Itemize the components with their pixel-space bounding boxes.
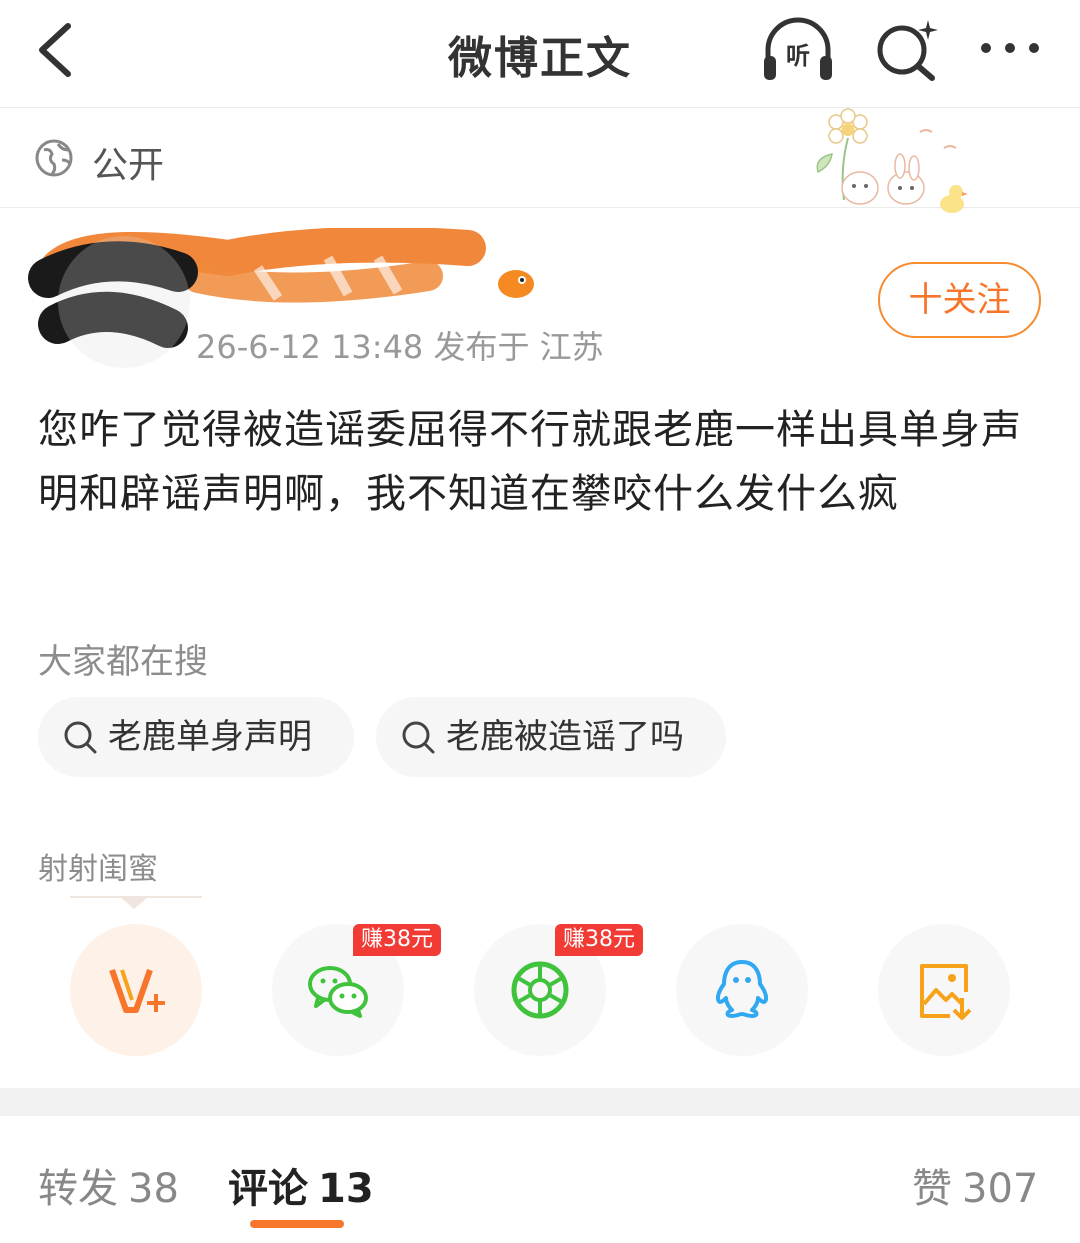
search-chip-label: 老鹿被造谣了吗 [446, 717, 684, 757]
reward-badge: 赚38元 [353, 924, 441, 956]
vplus-icon [109, 969, 165, 1013]
reward-badge: 赚38元 [555, 924, 643, 956]
follow-button[interactable]: 十关注 [878, 262, 1041, 338]
search-icon [64, 721, 97, 754]
pufferfish-icon [498, 270, 534, 298]
share-heading: 射射闺蜜 [38, 852, 158, 887]
bunny-icon [841, 153, 925, 205]
tab-likes[interactable]: 赞 307 [912, 1156, 1038, 1214]
duckling-icon [940, 185, 968, 213]
visibility-label: 公开 [92, 145, 165, 186]
listen-icon[interactable]: 听 [760, 16, 836, 86]
listen-label: 听 [786, 42, 810, 70]
nav-bar: 微博正文 听 [0, 0, 1080, 108]
search-chip[interactable]: 老鹿被造谣了吗 [376, 697, 726, 777]
save-image-icon [920, 964, 972, 1020]
share-save-image-button[interactable] [878, 924, 1010, 1056]
post-content: 您咋了觉得被造谣委屈得不行就跟老鹿一样出具单身声明和辟谣声明啊，我不知道在攀咬什… [38, 407, 1022, 517]
tab-comments[interactable]: 评论 13 [228, 1156, 374, 1214]
tab-repost[interactable]: 转发 38 [38, 1156, 179, 1214]
search-icon[interactable] [868, 16, 944, 86]
interaction-tabs: 转发 38 评论 13 赞 307 [0, 1116, 1080, 1243]
decoration-sticker [816, 108, 968, 213]
trending-search-heading: 大家都在搜 [38, 642, 208, 682]
qq-icon [715, 960, 769, 1018]
share-vplus-button[interactable] [70, 924, 202, 1056]
moments-icon [511, 961, 569, 1019]
tab-comments-label: 评论 [228, 1166, 308, 1212]
post-meta: 26-6-12 13:48 发布于 江苏 [196, 328, 604, 366]
active-tab-indicator [250, 1220, 344, 1228]
more-icon[interactable] [974, 16, 1050, 86]
tab-likes-label: 赞 [912, 1166, 952, 1212]
like-count: 307 [962, 1166, 1039, 1212]
visibility-bar: 公开 [0, 108, 1080, 213]
section-separator [0, 1088, 1080, 1116]
share-qq-button[interactable] [676, 924, 808, 1056]
wechat-icon [308, 966, 368, 1018]
tab-repost-label: 转发 [38, 1166, 118, 1212]
search-icon [402, 721, 435, 754]
search-chip-label: 老鹿单身声明 [108, 717, 312, 757]
globe-icon [35, 139, 73, 177]
share-caret [120, 897, 148, 909]
repost-count: 38 [128, 1166, 179, 1212]
comment-count: 13 [318, 1166, 374, 1212]
search-chip[interactable]: 老鹿单身声明 [38, 697, 354, 777]
